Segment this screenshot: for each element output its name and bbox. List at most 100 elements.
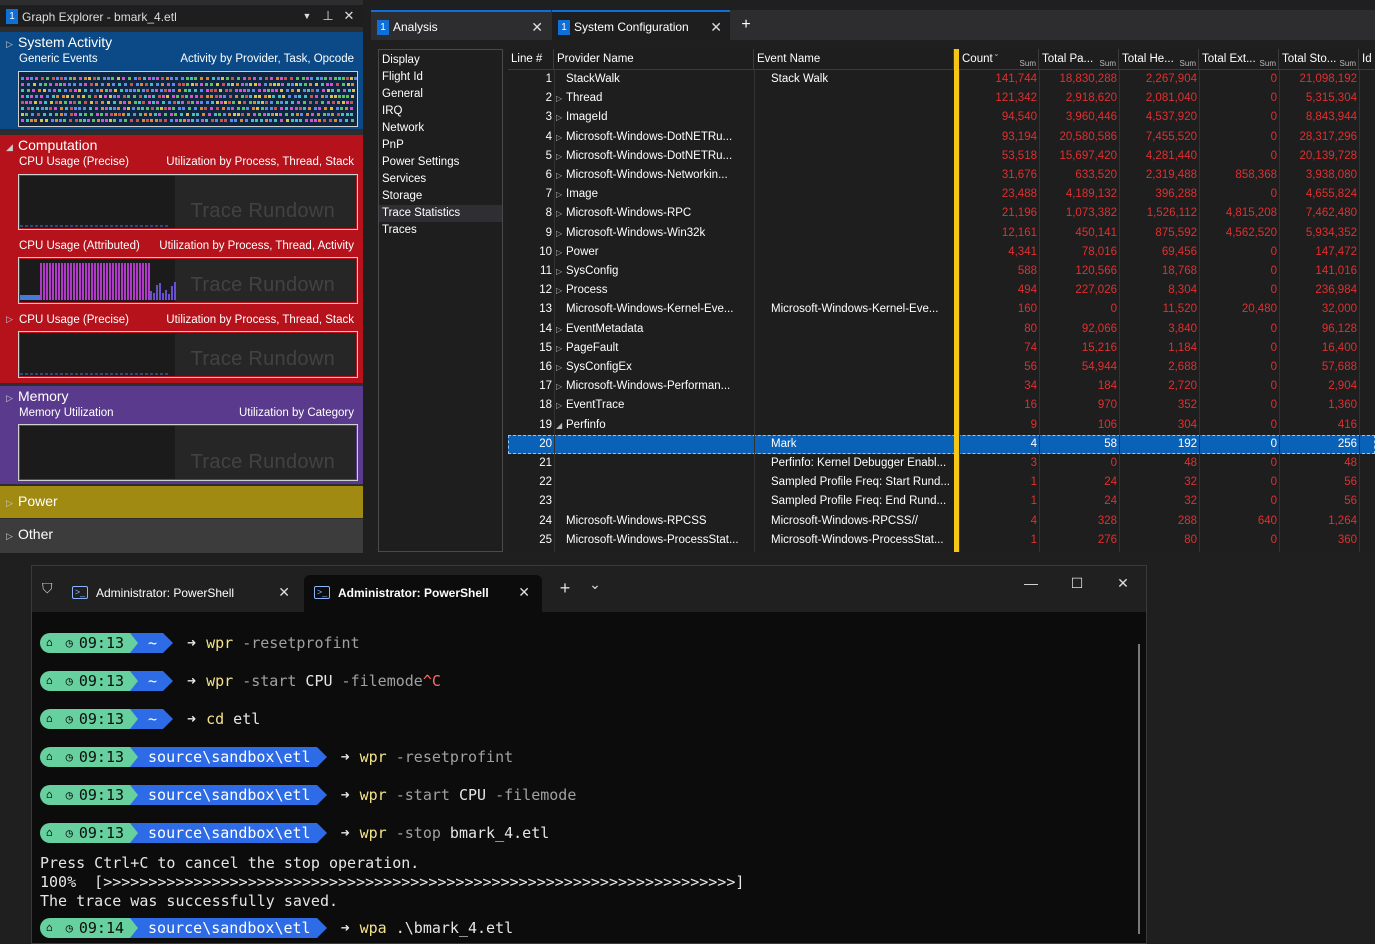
table-row[interactable]: 7 ▷ Image 23,488 4,189,132 396,288 0 4,655,824 (508, 185, 1375, 204)
table-row[interactable]: 3 ▷ ImageId 94,540 3,960,446 4,537,920 0 8,843,… (508, 108, 1375, 127)
expand-arrow-icon[interactable]: ▷ (556, 185, 566, 204)
col-header-count[interactable]: Count Sum ⌄ (959, 49, 1039, 70)
table-row[interactable]: 15 ▷ PageFault 74 15,216 1,184 0 16,400 (508, 339, 1375, 358)
config-category-item[interactable]: Traces (379, 222, 502, 239)
col-header-total-pa[interactable]: Total Pa... Sum (1039, 49, 1119, 70)
section-header-computation[interactable]: ◢ Computation (6, 137, 97, 153)
config-category-item[interactable]: IRQ (379, 103, 502, 120)
section-header-system-activity[interactable]: ▷ System Activity (6, 34, 112, 50)
col-header-id[interactable]: Id (1359, 49, 1375, 70)
graph-preset[interactable]: Utilization by Process, Thread, Activity (159, 240, 354, 252)
expand-arrow-icon[interactable]: ▷ (556, 396, 566, 415)
table-row[interactable]: 1 StackWalk Stack Walk 141,744 18,830,288 2,2… (508, 70, 1375, 89)
config-category-item[interactable]: Storage (379, 188, 502, 205)
table-row[interactable]: 2 ▷ Thread 121,342 2,918,620 2,081,040 0 5,315,… (508, 89, 1375, 108)
new-tab-button[interactable]: + (732, 10, 760, 40)
table-row[interactable]: 24 Microsoft-Windows-RPCSS Microsoft-Windo… (508, 512, 1375, 531)
close-tab-icon[interactable]: ✕ (518, 575, 530, 609)
table-row[interactable]: 23 Sampled Profile Freq: End Rund... 1 24 32… (508, 492, 1375, 511)
table-row[interactable]: 11 ▷ SysConfig 588 120,566 18,768 0 141,016 (508, 262, 1375, 281)
expand-arrow-icon[interactable]: ▷ (6, 314, 13, 325)
terminal-tab-2[interactable]: >_ Administrator: PowerShell ✕ (304, 575, 542, 612)
table-row[interactable]: 19 ◢ Perfinfo 9 106 304 0 416 (508, 416, 1375, 435)
close-tab-icon[interactable]: ✕ (710, 12, 722, 42)
graph-table-divider-bar[interactable] (954, 49, 959, 552)
section-header-other[interactable]: ▷ Other (6, 526, 53, 542)
graph-preset[interactable]: Activity by Provider, Task, Opcode (180, 53, 354, 65)
expand-arrow-icon[interactable]: ▷ (556, 108, 566, 127)
table-row[interactable]: 6 ▷ Microsoft-Windows-Networkin... 31,676 63… (508, 166, 1375, 185)
col-header-provider[interactable]: Provider Name (554, 49, 754, 70)
pin-icon[interactable]: ⊥ (319, 5, 337, 27)
tab-dropdown-button[interactable]: ⌄ (580, 576, 610, 593)
col-header-total-he[interactable]: Total He... Sum (1119, 49, 1199, 70)
close-window-button[interactable]: ✕ (1108, 575, 1138, 592)
col-header-total-sto[interactable]: Total Sto... Sum (1279, 49, 1359, 70)
table-row[interactable]: 25 Microsoft-Windows-ProcessStat... Micros… (508, 531, 1375, 550)
expand-arrow-icon[interactable]: ▷ (556, 128, 566, 147)
table-row[interactable]: 10 ▷ Power 4,341 78,016 69,456 0 147,472 (508, 243, 1375, 262)
col-header-event[interactable]: Event Name (754, 49, 954, 70)
close-tab-icon[interactable]: ✕ (278, 575, 290, 609)
expand-arrow-icon[interactable]: ▷ (556, 89, 566, 108)
expand-arrow-icon[interactable]: ▷ (556, 243, 566, 262)
table-row[interactable]: 14 ▷ EventMetadata 80 92,066 3,840 0 96,128 (508, 320, 1375, 339)
close-icon[interactable]: ✕ (340, 5, 358, 27)
config-category-item[interactable]: Network (379, 120, 502, 137)
dropdown-icon[interactable]: ▼ (298, 5, 316, 27)
expand-arrow-icon[interactable]: ▷ (556, 204, 566, 223)
config-category-item[interactable]: Services (379, 171, 502, 188)
terminal-output[interactable]: ⌂ ◷ 09:13 ~ ➜ wpr -resetprofint ⌂ ◷ 09:13 ~ ➜ wpr -… (40, 626, 1130, 943)
table-row[interactable]: 20 Mark 4 58 192 0 256 (508, 434, 1375, 454)
expand-arrow-icon[interactable]: ▷ (556, 377, 566, 396)
table-row[interactable]: 12 ▷ Process 494 227,026 8,304 0 236,984 (508, 281, 1375, 300)
expand-arrow-icon[interactable]: ▷ (556, 147, 566, 166)
col-header-total-ext[interactable]: Total Ext... Sum (1199, 49, 1279, 70)
table-row[interactable]: 22 Sampled Profile Freq: Start Rund... 1 24… (508, 473, 1375, 492)
expand-arrow-icon[interactable]: ▷ (556, 358, 566, 377)
expand-arrow-icon[interactable]: ▷ (556, 281, 566, 300)
table-row[interactable]: 5 ▷ Microsoft-Windows-DotNETRu... 53,518 15,… (508, 147, 1375, 166)
cpu-usage-precise-thumbnail-2[interactable]: Trace Rundown (18, 331, 358, 378)
expand-arrow-icon[interactable]: ▷ (556, 224, 566, 243)
table-row[interactable]: 16 ▷ SysConfigEx 56 54,944 2,688 0 57,688 (508, 358, 1375, 377)
table-row[interactable]: 21 Perfinfo: Kernel Debugger Enabl... 3 0 48… (508, 454, 1375, 473)
expand-arrow-icon[interactable]: ▷ (556, 166, 566, 185)
config-category-item[interactable]: Power Settings (379, 154, 502, 171)
expand-arrow-icon[interactable]: ▷ (556, 339, 566, 358)
cpu-usage-precise-thumbnail[interactable]: Trace Rundown (18, 174, 358, 230)
graph-preset[interactable]: Utilization by Category (239, 407, 354, 419)
scrollbar[interactable] (1138, 644, 1140, 934)
graph-preset[interactable]: Utilization by Process, Thread, Stack (166, 156, 354, 168)
config-category-item[interactable]: Flight Id (379, 69, 502, 86)
table-row[interactable]: 4 ▷ Microsoft-Windows-DotNETRu... 93,194 20,… (508, 128, 1375, 147)
table-row[interactable]: 18 ▷ EventTrace 16 970 352 0 1,360 (508, 396, 1375, 415)
graph-preset[interactable]: Utilization by Process, Thread, Stack (166, 314, 354, 326)
config-category-item[interactable]: Display (379, 52, 502, 69)
minimize-button[interactable]: — (1016, 575, 1046, 591)
memory-utilization-thumbnail[interactable]: Trace Rundown (18, 424, 358, 481)
table-row[interactable]: 9 ▷ Microsoft-Windows-Win32k 12,161 450,141 8… (508, 224, 1375, 243)
section-header-power[interactable]: ▷ Power (6, 493, 58, 509)
new-tab-button[interactable]: + (550, 578, 580, 599)
section-other[interactable]: ▷ Other (0, 519, 363, 553)
cpu-usage-attributed-thumbnail[interactable]: Trace Rundown (18, 257, 358, 304)
terminal-tab-1[interactable]: >_ Administrator: PowerShell ✕ (62, 575, 302, 612)
close-tab-icon[interactable]: ✕ (531, 12, 543, 42)
expand-arrow-icon[interactable]: ◢ (556, 416, 566, 435)
table-row[interactable]: 17 ▷ Microsoft-Windows-Performan... 34 184 2,… (508, 377, 1375, 396)
col-header-line[interactable]: Line # (508, 49, 554, 70)
expand-arrow-icon[interactable]: ▷ (556, 320, 566, 339)
config-category-item[interactable]: Trace Statistics (379, 205, 502, 222)
tab-analysis[interactable]: 1 Analysis ✕ (371, 10, 551, 40)
table-row[interactable]: 8 ▷ Microsoft-Windows-RPC 21,196 1,073,382 1,… (508, 204, 1375, 223)
expand-arrow-icon[interactable]: ▷ (556, 262, 566, 281)
generic-events-thumbnail[interactable] (18, 71, 358, 127)
section-header-memory[interactable]: ▷ Memory (6, 388, 69, 404)
config-category-item[interactable]: General (379, 86, 502, 103)
config-category-item[interactable]: PnP (379, 137, 502, 154)
section-power[interactable]: ▷ Power (0, 486, 363, 518)
maximize-button[interactable]: ☐ (1062, 575, 1092, 592)
tab-system-configuration[interactable]: 1 System Configuration ✕ (552, 10, 730, 40)
table-row[interactable]: 13 Microsoft-Windows-Kernel-Eve... Microso… (508, 300, 1375, 319)
